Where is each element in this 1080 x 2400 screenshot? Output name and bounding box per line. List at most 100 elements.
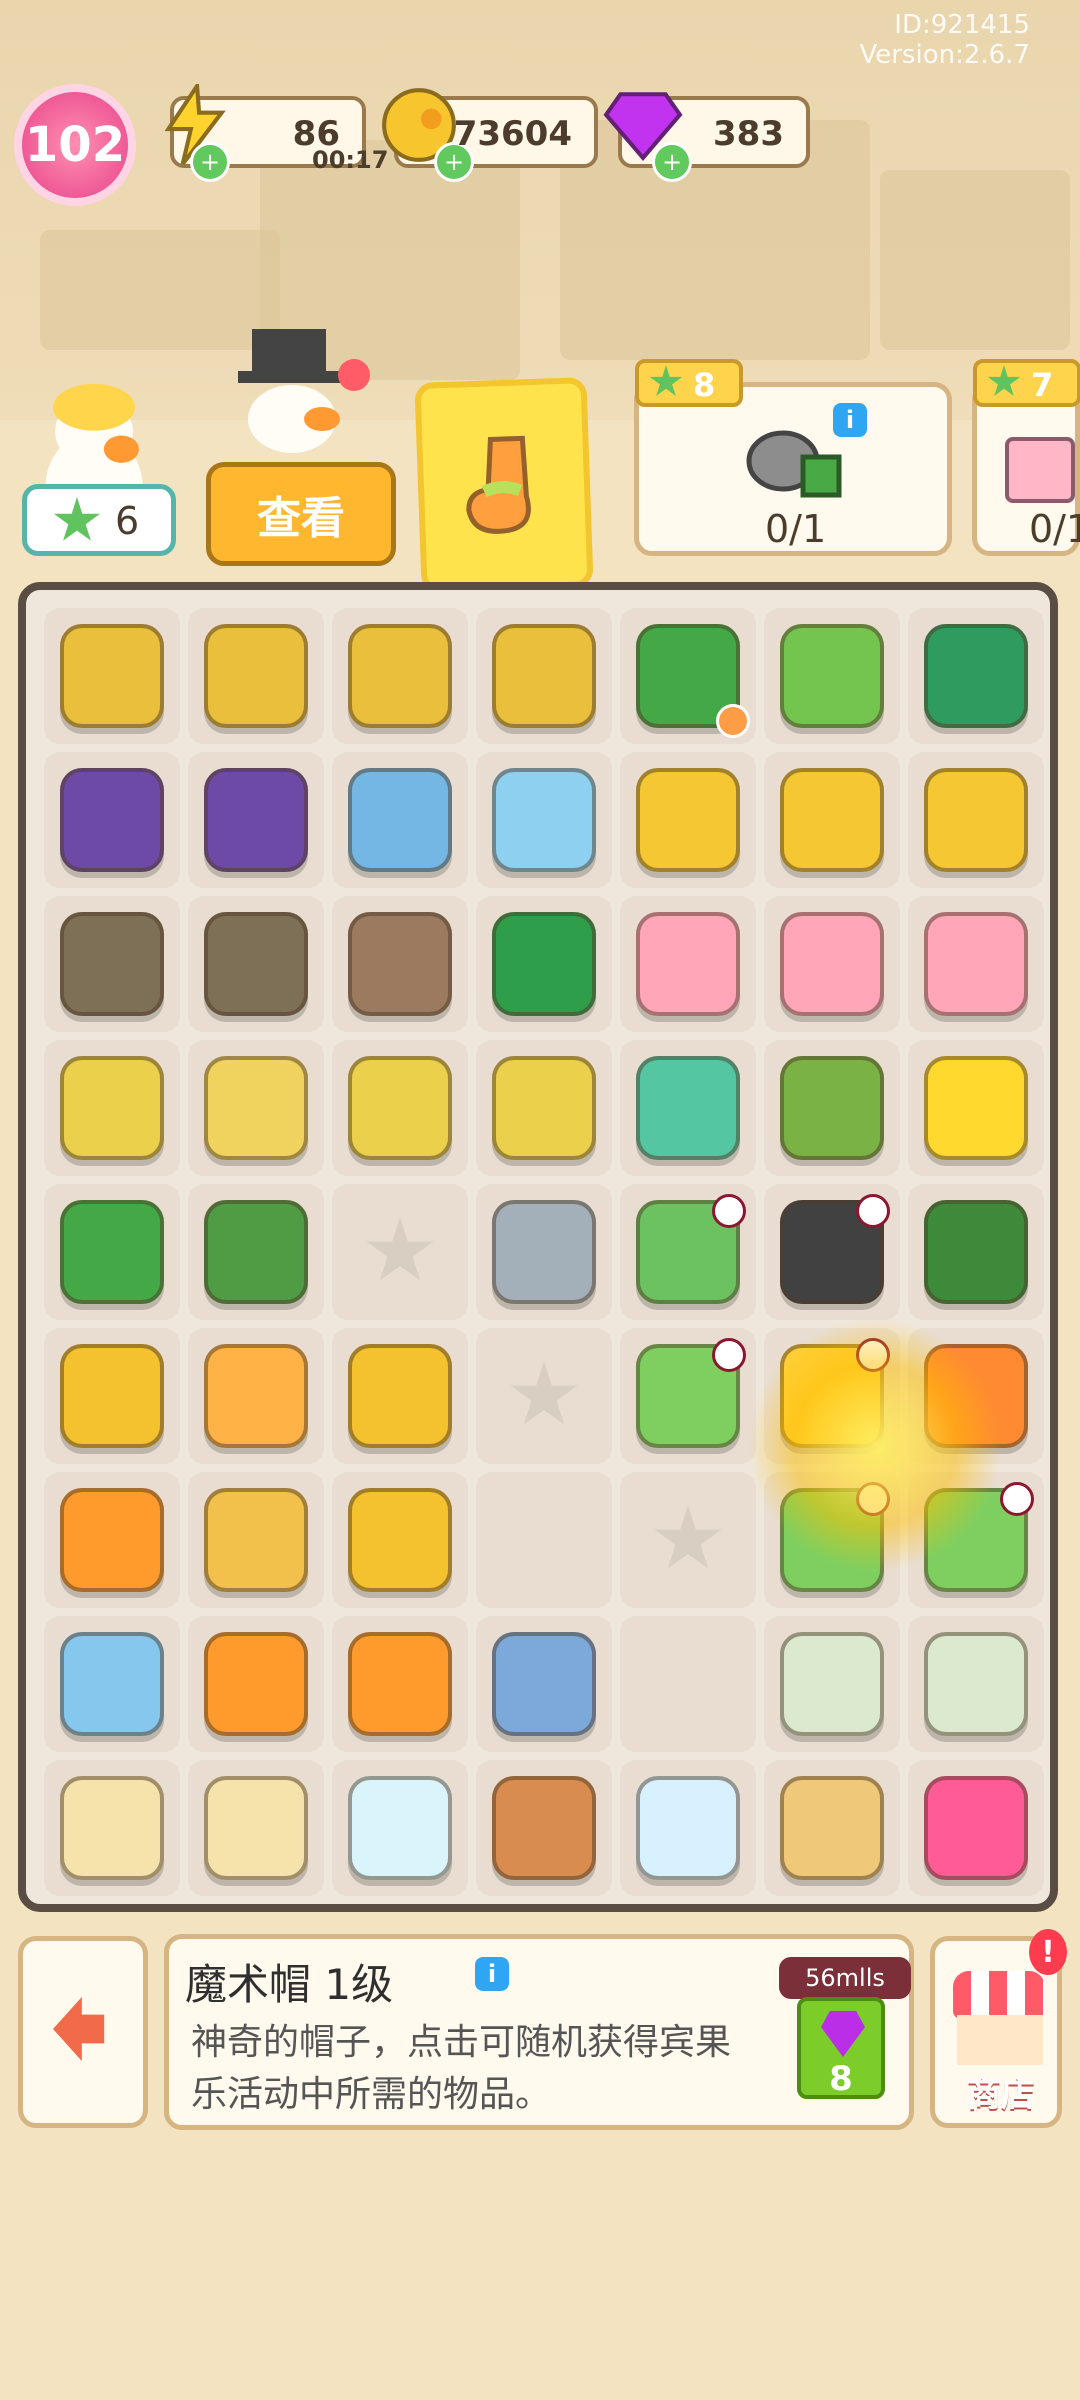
board-cell[interactable] xyxy=(476,896,612,1032)
board-cell[interactable] xyxy=(332,1328,468,1464)
board-cell[interactable] xyxy=(764,896,900,1032)
basket-cart-icon xyxy=(60,1056,164,1160)
board-cell[interactable] xyxy=(764,1616,900,1752)
board-cell[interactable] xyxy=(332,1616,468,1752)
board-cell[interactable] xyxy=(44,1040,180,1176)
board-cell[interactable] xyxy=(764,1040,900,1176)
board-cell[interactable] xyxy=(908,752,1044,888)
board-cell[interactable] xyxy=(476,1040,612,1176)
quest-stars: 7 xyxy=(1031,366,1054,404)
game-board xyxy=(18,582,1058,1912)
shop-button[interactable]: 商店 ! xyxy=(930,1929,1067,2128)
sack-icon xyxy=(780,1056,884,1160)
energy-resource[interactable]: + 86 00:17 xyxy=(164,84,388,182)
board-cell[interactable] xyxy=(476,608,612,744)
board-cell[interactable] xyxy=(476,1328,612,1464)
board-cell[interactable] xyxy=(764,752,900,888)
board-cell[interactable] xyxy=(44,1472,180,1608)
board-cell[interactable] xyxy=(764,1184,900,1320)
board-cell[interactable] xyxy=(332,1760,468,1896)
board-cell[interactable] xyxy=(620,1184,756,1320)
board-cell[interactable] xyxy=(908,1040,1044,1176)
sell-for-gems-button[interactable]: 56mlls 8 xyxy=(779,1957,911,2113)
quest-card[interactable]: 8 i 0/1 xyxy=(634,359,952,556)
board-cell[interactable] xyxy=(620,1328,756,1464)
board-cell[interactable] xyxy=(476,1184,612,1320)
toolbox-icon xyxy=(492,912,596,1016)
board-cell[interactable] xyxy=(620,1616,756,1752)
board-cell[interactable] xyxy=(188,1616,324,1752)
board-cell[interactable] xyxy=(44,1328,180,1464)
board-cell[interactable] xyxy=(620,608,756,744)
plus-icon[interactable]: + xyxy=(190,142,230,182)
board-cell[interactable] xyxy=(476,1472,612,1608)
board-cell[interactable] xyxy=(44,1184,180,1320)
board-cell[interactable] xyxy=(332,896,468,1032)
board-cell[interactable] xyxy=(620,752,756,888)
coin-resource[interactable]: + 73604 xyxy=(382,88,598,182)
board-cell[interactable] xyxy=(188,1328,324,1464)
featured-reward-card[interactable] xyxy=(414,377,594,593)
bottle-icon xyxy=(348,1776,452,1880)
item-title: 魔术帽 1级 xyxy=(185,1960,394,2009)
fridge-icon xyxy=(780,912,884,1016)
view-button[interactable]: 查看 xyxy=(206,462,396,566)
book-icon xyxy=(60,1488,164,1592)
machine-pile-icon xyxy=(204,768,308,872)
board-cell[interactable] xyxy=(188,1472,324,1608)
quest-card[interactable]: 7 0/1 xyxy=(972,359,1080,556)
board-cell[interactable] xyxy=(44,896,180,1032)
board-cell[interactable] xyxy=(908,896,1044,1032)
board-cell[interactable] xyxy=(332,1184,468,1320)
board-cell[interactable] xyxy=(476,752,612,888)
board-cell[interactable] xyxy=(764,608,900,744)
board-cell[interactable] xyxy=(188,1760,324,1896)
board-cell[interactable] xyxy=(188,608,324,744)
gem-cost: 8 xyxy=(829,2059,853,2099)
board-cell[interactable] xyxy=(188,1184,324,1320)
board-cell[interactable] xyxy=(620,1472,756,1608)
board-cell[interactable] xyxy=(908,1616,1044,1752)
machine-pile-icon xyxy=(60,768,164,872)
board-cell[interactable] xyxy=(476,1760,612,1896)
battery-case-icon xyxy=(636,1056,740,1160)
energy-coin-icon xyxy=(924,1056,1028,1160)
gem-resource[interactable]: + 383 xyxy=(603,92,810,182)
board-cell[interactable] xyxy=(44,1760,180,1896)
newspaper-icon xyxy=(924,1632,1028,1736)
star-icon xyxy=(649,365,683,396)
backpack-icon xyxy=(924,1776,1028,1880)
board-cell[interactable] xyxy=(620,1040,756,1176)
cat-bed-icon xyxy=(60,1776,164,1880)
basket-cart-icon xyxy=(348,1056,452,1160)
sandwich-icon xyxy=(780,1776,884,1880)
info-icon[interactable]: i xyxy=(475,1957,509,1991)
board-cell[interactable] xyxy=(188,896,324,1032)
fridge-icon xyxy=(636,912,740,1016)
coin-icon xyxy=(348,1344,452,1448)
coin-value: 73604 xyxy=(453,114,572,154)
fridge-icon xyxy=(924,912,1028,1016)
wrench-icon xyxy=(924,1200,1028,1304)
board-cell[interactable] xyxy=(332,1040,468,1176)
level-value: 102 xyxy=(24,117,126,173)
board-cell[interactable] xyxy=(332,752,468,888)
board-cell[interactable] xyxy=(476,1616,612,1752)
board-cell[interactable] xyxy=(44,1616,180,1752)
board-cell[interactable] xyxy=(764,1760,900,1896)
exit-button[interactable] xyxy=(18,1936,148,2128)
board-cell[interactable] xyxy=(908,1760,1044,1896)
level-badge[interactable]: 102 xyxy=(14,84,136,206)
board-cell[interactable] xyxy=(908,1184,1044,1320)
board-cell[interactable] xyxy=(620,896,756,1032)
board-cell[interactable] xyxy=(44,752,180,888)
board-cell[interactable] xyxy=(332,1472,468,1608)
donut-icon xyxy=(492,1776,596,1880)
plus-icon[interactable]: + xyxy=(652,142,692,182)
board-cell[interactable] xyxy=(620,1760,756,1896)
board-cell[interactable] xyxy=(44,608,180,744)
board-cell[interactable] xyxy=(908,608,1044,744)
board-cell[interactable] xyxy=(188,1040,324,1176)
board-cell[interactable] xyxy=(188,752,324,888)
board-cell[interactable] xyxy=(332,608,468,744)
